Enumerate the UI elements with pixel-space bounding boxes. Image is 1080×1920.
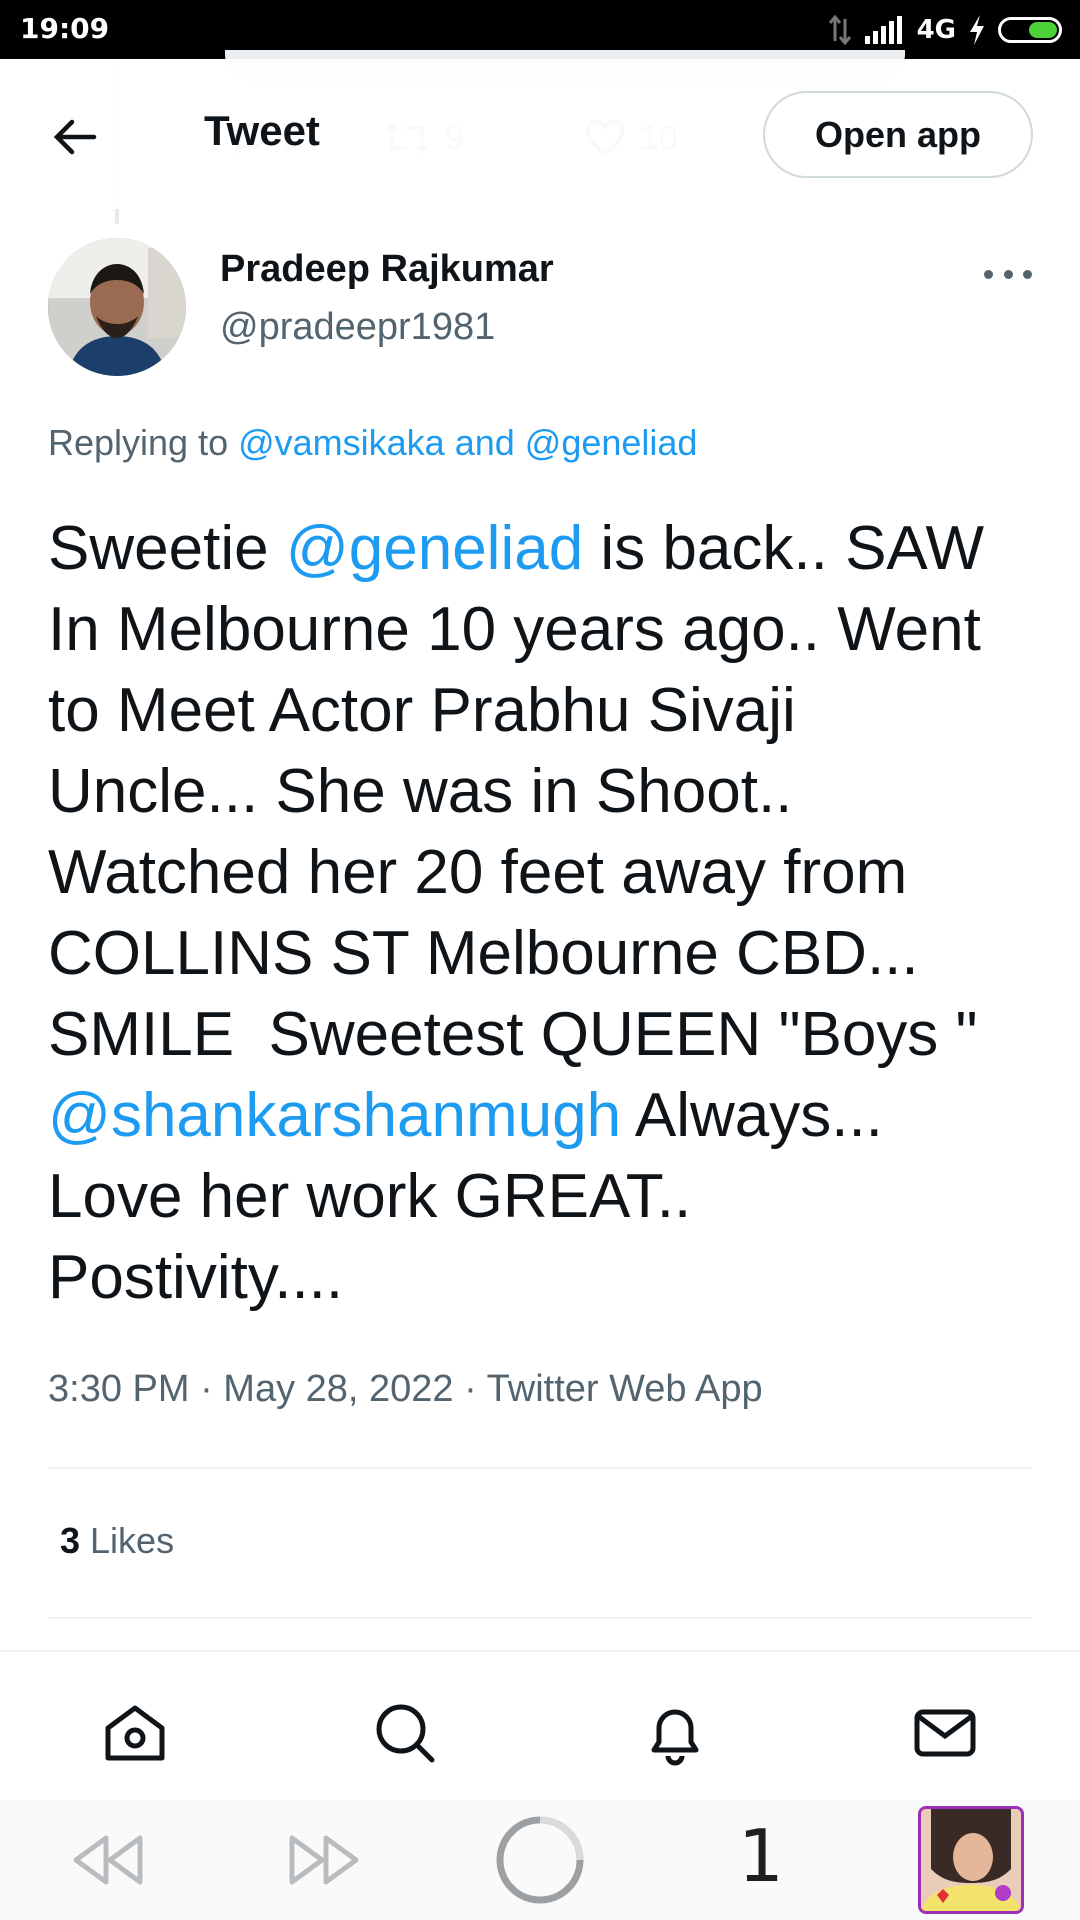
messages-icon[interactable] <box>910 1698 980 1768</box>
signal-icon <box>864 16 902 44</box>
charging-icon <box>970 15 984 45</box>
top-bar: Tweet Open app <box>0 59 1080 209</box>
likes-count[interactable]: 3 Likes <box>60 1520 174 1562</box>
author-handle[interactable]: @pradeepr1981 <box>220 306 495 349</box>
thumbnail-image <box>921 1809 1021 1911</box>
battery-icon <box>998 17 1062 43</box>
network-type: 4G <box>916 15 956 45</box>
tweet-text: Sweetie @geneliad is back.. SAW In Melbo… <box>48 514 984 1312</box>
divider <box>48 1617 1032 1619</box>
replying-prefix: Replying to <box>48 422 239 463</box>
divider <box>48 1467 1032 1469</box>
rewind-icon[interactable] <box>70 1832 146 1888</box>
data-arrows-icon <box>828 15 851 45</box>
home-icon[interactable] <box>100 1698 170 1768</box>
fast-forward-icon[interactable] <box>286 1832 362 1888</box>
mention-geneliad[interactable]: @geneliad <box>286 514 583 583</box>
mention-shankarshanmugh[interactable]: @shankarshanmugh <box>48 1081 621 1150</box>
profile-photo <box>48 238 186 376</box>
tweet-timestamp[interactable]: 3:30 PM · May 28, 2022 · Twitter Web App <box>48 1368 763 1411</box>
tab-count[interactable]: 1 <box>738 1814 784 1898</box>
replying-to: Replying to @vamsikaka and @geneliad <box>48 422 697 464</box>
replying-users-link[interactable]: @vamsikaka and @geneliad <box>238 422 697 463</box>
loading-icon <box>496 1816 584 1904</box>
author-name[interactable]: Pradeep Rajkumar <box>220 248 554 291</box>
browser-toolbar: 1 <box>0 1800 1080 1920</box>
notifications-icon[interactable] <box>640 1698 710 1768</box>
status-time: 19:09 <box>20 12 110 45</box>
profile-thumbnail[interactable] <box>918 1806 1024 1914</box>
more-options-icon[interactable] <box>984 258 1032 290</box>
avatar[interactable] <box>48 238 186 376</box>
search-icon[interactable] <box>370 1698 440 1768</box>
page-title: Tweet <box>204 107 320 154</box>
open-app-button[interactable]: Open app <box>763 91 1033 178</box>
bottom-nav <box>0 1650 1080 1802</box>
back-arrow-icon[interactable] <box>48 109 104 165</box>
